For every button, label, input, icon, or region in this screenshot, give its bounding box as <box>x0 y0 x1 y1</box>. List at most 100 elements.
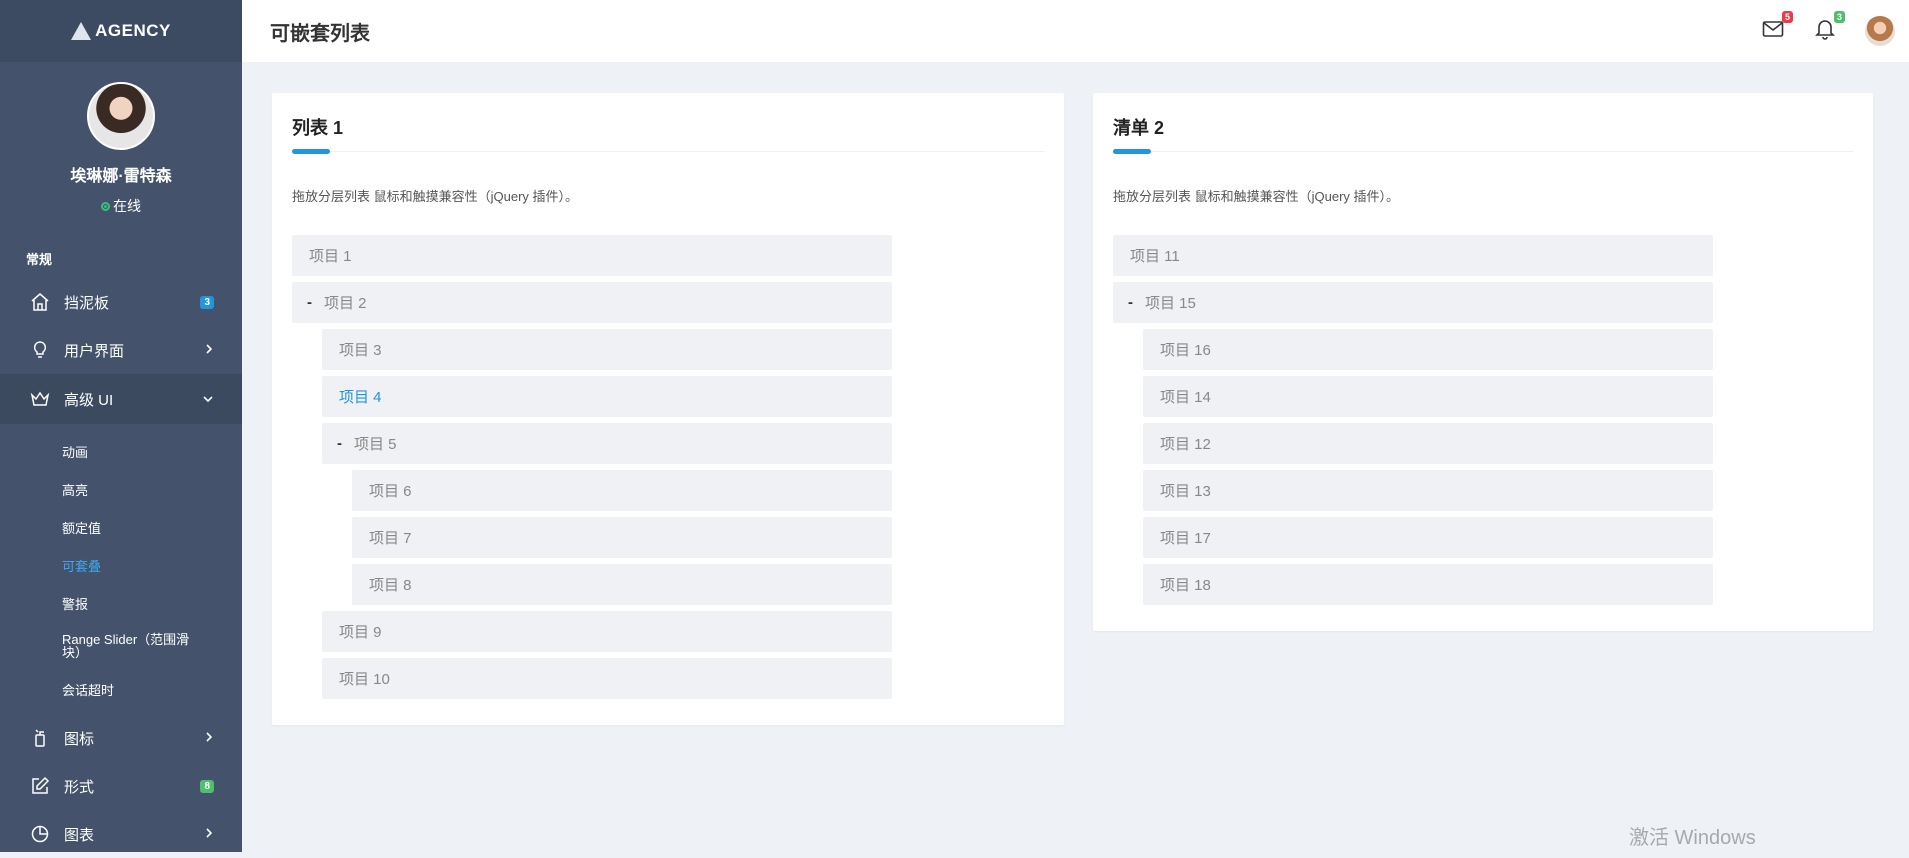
list-item[interactable]: - 项目 5 <box>322 423 892 464</box>
list-1-title: 列表 1 <box>292 118 344 138</box>
list-item[interactable]: - 项目 2 <box>292 282 892 323</box>
list-item-label: 项目 16 <box>1160 342 1211 359</box>
user-profile: 埃琳娜·雷特森 在线 <box>0 62 242 216</box>
list-item-label: 项目 10 <box>339 671 390 688</box>
list-item[interactable]: 项目 8 <box>352 564 892 605</box>
list-2-card: 清单 2 拖放分层列表 鼠标和触摸兼容性（jQuery 插件）。 项目 11 -… <box>1093 93 1873 631</box>
chevron-right-icon <box>204 342 214 358</box>
sidebar-nav: 挡泥板 3 用户界面 高级 UI 动画 高亮 额定值 可套叠 警报 Range … <box>0 278 242 858</box>
list-1-card: 列表 1 拖放分层列表 鼠标和触摸兼容性（jQuery 插件）。 项目 1 - … <box>272 93 1064 725</box>
sidebar-item-label: 图标 <box>64 730 95 748</box>
list-item-label: 项目 3 <box>339 342 382 359</box>
list-item[interactable]: 项目 14 <box>1143 376 1713 417</box>
agency-logo-icon <box>71 22 92 40</box>
user-status: 在线 <box>0 196 242 216</box>
brand-logo[interactable]: AGENCY <box>0 0 242 62</box>
fire-extinguisher-icon <box>30 728 50 748</box>
page-title: 可嵌套列表 <box>270 22 370 45</box>
sidebar-item-label: 高级 UI <box>64 391 114 409</box>
list-2-description: 拖放分层列表 鼠标和触摸兼容性（jQuery 插件）。 <box>1113 189 1400 204</box>
sidebar: AGENCY 埃琳娜·雷特森 在线 常规 挡泥板 3 用户界面 高级 UI 动画… <box>0 0 242 852</box>
list-item-label: 项目 2 <box>324 295 367 312</box>
sidebar-item-icons[interactable]: 图标 <box>0 714 242 762</box>
chevron-right-icon <box>204 826 214 842</box>
card-accent-bar <box>292 149 330 154</box>
sidebar-item-advanced-ui[interactable]: 高级 UI <box>0 374 242 424</box>
list-item[interactable]: 项目 1 <box>292 235 892 276</box>
header-avatar[interactable] <box>1865 16 1895 46</box>
list-item-label: 项目 7 <box>369 530 412 547</box>
top-bar: 可嵌套列表 5 3 <box>242 0 1909 62</box>
sidebar-item-dashboard[interactable]: 挡泥板 3 <box>0 278 242 326</box>
submenu-item-rating[interactable]: 额定值 <box>62 508 242 546</box>
sidebar-item-ui[interactable]: 用户界面 <box>0 326 242 374</box>
list-item[interactable]: - 项目 15 <box>1113 282 1713 323</box>
nav-section-label: 常规 <box>26 252 53 267</box>
collapse-toggle[interactable]: - <box>307 294 312 311</box>
list-item-label: 项目 12 <box>1160 436 1211 453</box>
list-item-label: 项目 17 <box>1160 530 1211 547</box>
list-item[interactable]: 项目 3 <box>322 329 892 370</box>
mail-icon <box>1762 20 1784 43</box>
top-bar-actions: 5 3 <box>1761 0 1909 62</box>
list-item[interactable]: 项目 7 <box>352 517 892 558</box>
collapse-toggle[interactable]: - <box>337 435 342 452</box>
brand-name: AGENCY <box>95 21 171 40</box>
dashboard-badge: 3 <box>200 295 214 309</box>
home-icon <box>30 292 50 312</box>
submenu-item-session-timeout[interactable]: 会话超时 <box>62 670 242 708</box>
list-item[interactable]: 项目 10 <box>322 658 892 699</box>
list-item[interactable]: 项目 6 <box>352 470 892 511</box>
list-1-description: 拖放分层列表 鼠标和触摸兼容性（jQuery 插件）。 <box>292 189 579 204</box>
list-item[interactable]: 项目 4 <box>322 376 892 417</box>
list-item-label: 项目 14 <box>1160 389 1211 406</box>
submenu-item-highlight[interactable]: 高亮 <box>62 470 242 508</box>
list-item[interactable]: 项目 17 <box>1143 517 1713 558</box>
user-name: 埃琳娜·雷特森 <box>70 168 172 185</box>
user-status-text: 在线 <box>113 198 141 214</box>
bell-icon <box>1815 18 1835 45</box>
online-status-icon <box>101 201 110 211</box>
list-2-title: 清单 2 <box>1113 118 1165 138</box>
sidebar-item-charts[interactable]: 图表 <box>0 810 242 858</box>
windows-activation-watermark: 激活 Windows <box>1629 827 1756 849</box>
list-item-label: 项目 9 <box>339 624 382 641</box>
collapse-toggle[interactable]: - <box>1128 294 1133 311</box>
mail-badge: 5 <box>1781 11 1793 23</box>
list-item[interactable]: 项目 12 <box>1143 423 1713 464</box>
chevron-down-icon <box>202 391 214 407</box>
user-avatar[interactable] <box>87 82 155 150</box>
mail-button[interactable]: 5 <box>1761 11 1793 43</box>
forms-badge: 8 <box>200 779 214 793</box>
lightbulb-icon <box>30 340 50 360</box>
list-item[interactable]: 项目 11 <box>1113 235 1713 276</box>
submenu-item-alerts[interactable]: 警报 <box>62 584 242 622</box>
notifications-button[interactable]: 3 <box>1813 11 1845 45</box>
advanced-ui-submenu: 动画 高亮 额定值 可套叠 警报 Range Slider（范围滑块） 会话超时 <box>0 424 242 714</box>
list-item-label: 项目 5 <box>354 436 397 453</box>
list-item[interactable]: 项目 16 <box>1143 329 1713 370</box>
list-item-label: 项目 1 <box>309 248 352 265</box>
crown-icon <box>30 389 50 409</box>
notifications-badge: 3 <box>1833 11 1845 23</box>
sidebar-item-label: 形式 <box>64 778 95 796</box>
pie-chart-icon <box>30 824 50 844</box>
submenu-item-range-slider[interactable]: Range Slider（范围滑块） <box>62 622 202 670</box>
sidebar-item-label: 图表 <box>64 826 95 844</box>
card-accent-bar <box>1113 149 1151 154</box>
submenu-item-nestable[interactable]: 可套叠 <box>62 546 242 584</box>
submenu-item-animation[interactable]: 动画 <box>62 432 242 470</box>
list-item-label: 项目 13 <box>1160 483 1211 500</box>
list-item[interactable]: 项目 9 <box>322 611 892 652</box>
list-item[interactable]: 项目 13 <box>1143 470 1713 511</box>
card-divider <box>1113 151 1853 152</box>
list-item-label: 项目 8 <box>369 577 412 594</box>
list-item-label: 项目 4 <box>339 389 382 406</box>
sidebar-item-forms[interactable]: 形式 8 <box>0 762 242 810</box>
list-item-label: 项目 15 <box>1145 295 1196 312</box>
sidebar-item-label: 用户界面 <box>64 342 125 360</box>
list-item-label: 项目 6 <box>369 483 412 500</box>
list-item-label: 项目 18 <box>1160 577 1211 594</box>
list-item[interactable]: 项目 18 <box>1143 564 1713 605</box>
card-divider <box>292 151 1044 152</box>
